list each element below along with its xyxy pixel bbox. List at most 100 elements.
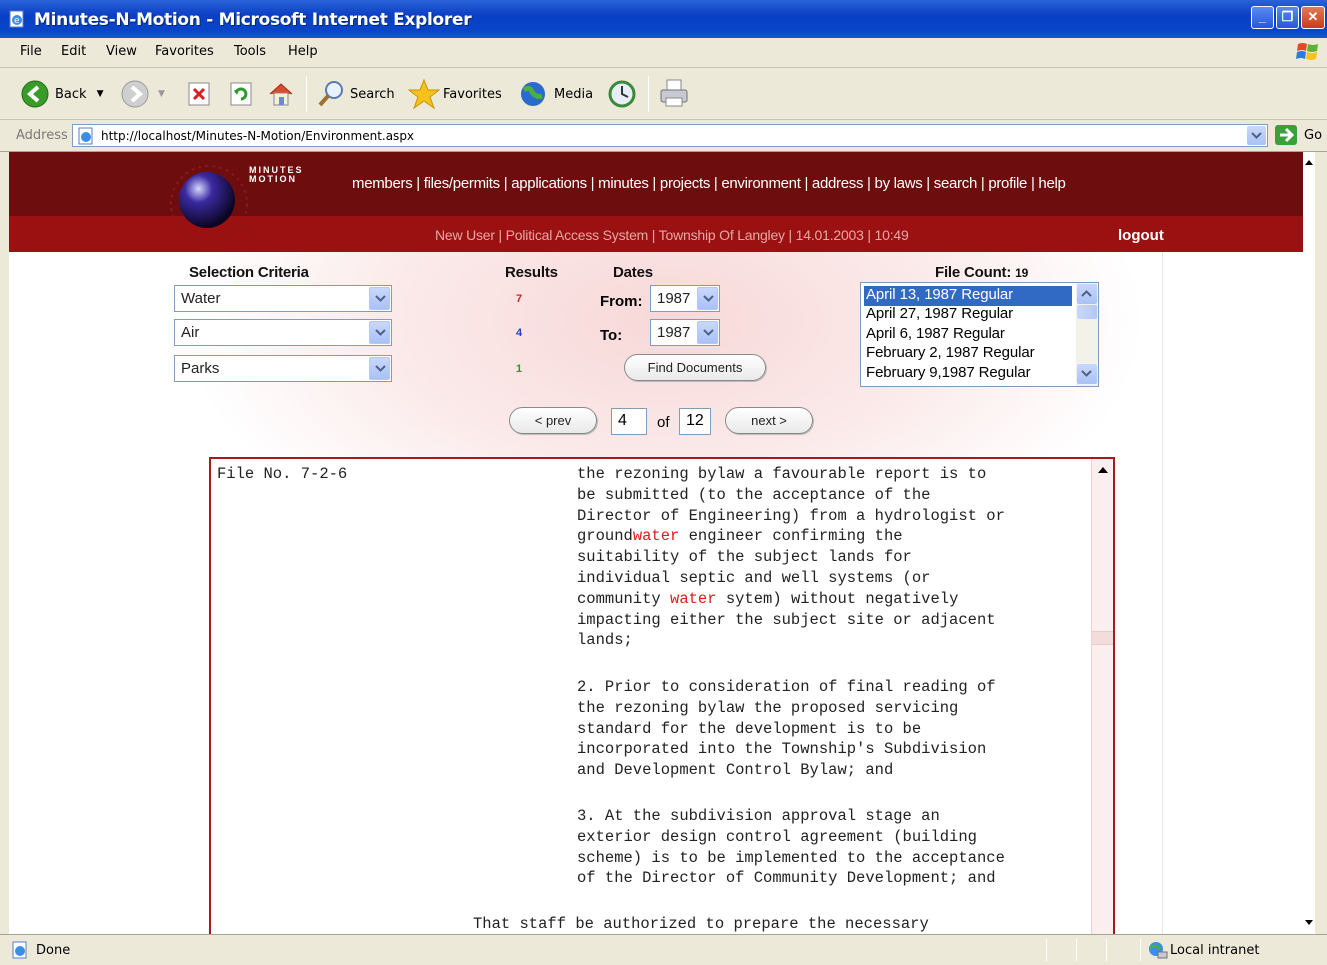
address-input[interactable]: http://localhost/Minutes-N-Motion/Enviro…	[72, 124, 1268, 147]
file-count-value: 19	[1015, 266, 1029, 280]
local-intranet-icon	[1149, 942, 1168, 959]
status-divider	[1106, 939, 1107, 961]
page-scrollbar[interactable]	[1303, 152, 1315, 934]
print-button[interactable]	[658, 78, 690, 110]
of-label: of	[657, 414, 670, 431]
right-margin	[1162, 252, 1315, 934]
file-count-header: File Count: 19	[935, 264, 1028, 281]
scroll-up-icon[interactable]	[1305, 160, 1313, 165]
home-button[interactable]	[266, 78, 296, 110]
file-count-label: File Count:	[935, 264, 1012, 281]
file-list-item[interactable]: February 2, 1987 Regular	[864, 344, 1072, 364]
history-button[interactable]	[606, 78, 638, 110]
result-count-1[interactable]: 7	[516, 293, 522, 305]
document-paragraph-3: 3. At the subdivision approval stage an …	[577, 807, 1005, 888]
left-margin	[9, 252, 164, 934]
document-paragraph-1: the rezoning bylaw a favourable report i…	[577, 465, 1005, 650]
page-icon	[78, 127, 93, 145]
logout-link[interactable]: logout	[1118, 227, 1164, 244]
scroll-thumb[interactable]	[1077, 305, 1097, 319]
maximize-button[interactable]: ❐	[1276, 6, 1299, 29]
refresh-icon	[230, 82, 252, 106]
to-label: To:	[600, 327, 623, 344]
menu-view[interactable]: View	[106, 44, 137, 59]
selection-criteria-header: Selection Criteria	[189, 264, 309, 281]
chevron-down-icon[interactable]	[369, 357, 390, 380]
go-label: Go	[1304, 127, 1323, 143]
to-year-select[interactable]: 1987	[650, 319, 720, 346]
chevron-down-icon[interactable]	[369, 287, 390, 310]
back-dropdown-icon[interactable]: ▼	[97, 89, 104, 99]
result-count-2[interactable]: 4	[516, 327, 522, 339]
file-list-item[interactable]: April 13, 1987 Regular	[864, 286, 1072, 306]
scroll-up-icon[interactable]	[1098, 467, 1108, 473]
status-bar: Done Local intranet	[0, 934, 1327, 965]
document-viewer[interactable]: File No. 7-2-6 the rezoning bylaw a favo…	[209, 457, 1115, 934]
scroll-down-icon[interactable]	[1305, 920, 1313, 925]
file-list-item[interactable]: February 9,1987 Regular	[864, 364, 1072, 384]
criteria-select-3[interactable]: Parks	[174, 355, 392, 382]
menu-bar: File Edit View Favorites Tools Help	[0, 38, 1327, 68]
forward-dropdown-icon[interactable]: ▼	[158, 89, 165, 99]
to-year-value: 1987	[657, 324, 691, 341]
document-paragraph-4: That staff be authorized to prepare the …	[473, 915, 929, 933]
file-list-scrollbar[interactable]	[1076, 283, 1098, 386]
menu-edit[interactable]: Edit	[61, 44, 86, 59]
next-page-button[interactable]: next >	[725, 407, 813, 434]
standard-toolbar: Back ▼ ▼ Search Favorites Media	[0, 68, 1327, 120]
forward-arrow-icon	[121, 80, 149, 108]
document-scrollbar[interactable]	[1091, 459, 1113, 934]
minutes-motion-logo	[170, 165, 248, 243]
ie-page-icon: e	[9, 10, 24, 28]
criteria-select-1[interactable]: Water	[174, 285, 392, 312]
stop-icon	[188, 82, 210, 106]
menu-file[interactable]: File	[20, 44, 42, 59]
back-button[interactable]: Back ▼	[20, 78, 103, 110]
page-done-icon	[12, 941, 27, 959]
menu-favorites[interactable]: Favorites	[155, 44, 214, 59]
favorites-button[interactable]: Favorites	[408, 78, 502, 110]
toolbar-separator	[306, 76, 307, 112]
chevron-down-icon[interactable]	[697, 287, 718, 310]
web-page: MINUTES MOTION members | files/permits |…	[9, 152, 1315, 934]
back-arrow-icon	[21, 80, 49, 108]
scroll-down-icon[interactable]	[1077, 364, 1097, 384]
chevron-down-icon[interactable]	[369, 321, 390, 344]
file-number: File No. 7-2-6	[217, 465, 348, 483]
current-page-input[interactable]: 4	[611, 408, 647, 435]
result-count-3[interactable]: 1	[516, 363, 522, 375]
scroll-thumb[interactable]	[1092, 631, 1113, 645]
site-nav[interactable]: members | files/permits | applications |…	[352, 175, 1066, 192]
criteria-select-2[interactable]: Air	[174, 319, 392, 346]
address-dropdown-icon[interactable]	[1247, 126, 1266, 145]
dates-header: Dates	[613, 264, 653, 281]
search-button[interactable]: Search	[316, 78, 395, 110]
scroll-up-icon[interactable]	[1077, 284, 1097, 304]
chevron-down-icon[interactable]	[697, 321, 718, 344]
results-header: Results	[505, 264, 558, 281]
toolbar-separator	[648, 76, 649, 112]
menu-help[interactable]: Help	[288, 44, 318, 59]
prev-page-button[interactable]: < prev	[509, 407, 597, 434]
menu-tools[interactable]: Tools	[234, 44, 266, 59]
status-text: Done	[36, 943, 71, 958]
go-button[interactable]: Go	[1274, 124, 1322, 146]
logo-wordmark: MINUTES MOTION	[249, 165, 304, 184]
file-list-item[interactable]: April 6, 1987 Regular	[864, 325, 1072, 345]
file-listbox[interactable]: April 13, 1987 Regular April 27, 1987 Re…	[860, 282, 1099, 387]
refresh-button[interactable]	[228, 78, 254, 110]
file-list-item[interactable]: April 27, 1987 Regular	[864, 305, 1072, 325]
criteria-select-3-value: Parks	[181, 360, 220, 377]
media-globe-icon	[521, 82, 545, 106]
home-icon	[269, 83, 293, 106]
media-button[interactable]: Media	[518, 78, 593, 110]
title-bar: e Minutes-N-Motion - Microsoft Internet …	[0, 0, 1327, 38]
keyword-highlight: water	[670, 589, 717, 608]
document-paragraph-2: 2. Prior to consideration of final readi…	[577, 678, 996, 780]
from-year-select[interactable]: 1987	[650, 285, 720, 312]
find-documents-button[interactable]: Find Documents	[624, 354, 766, 381]
stop-button[interactable]	[186, 78, 212, 110]
minimize-button[interactable]: _	[1251, 6, 1274, 29]
close-button[interactable]: ✕	[1301, 6, 1325, 29]
forward-button[interactable]: ▼	[120, 78, 165, 110]
